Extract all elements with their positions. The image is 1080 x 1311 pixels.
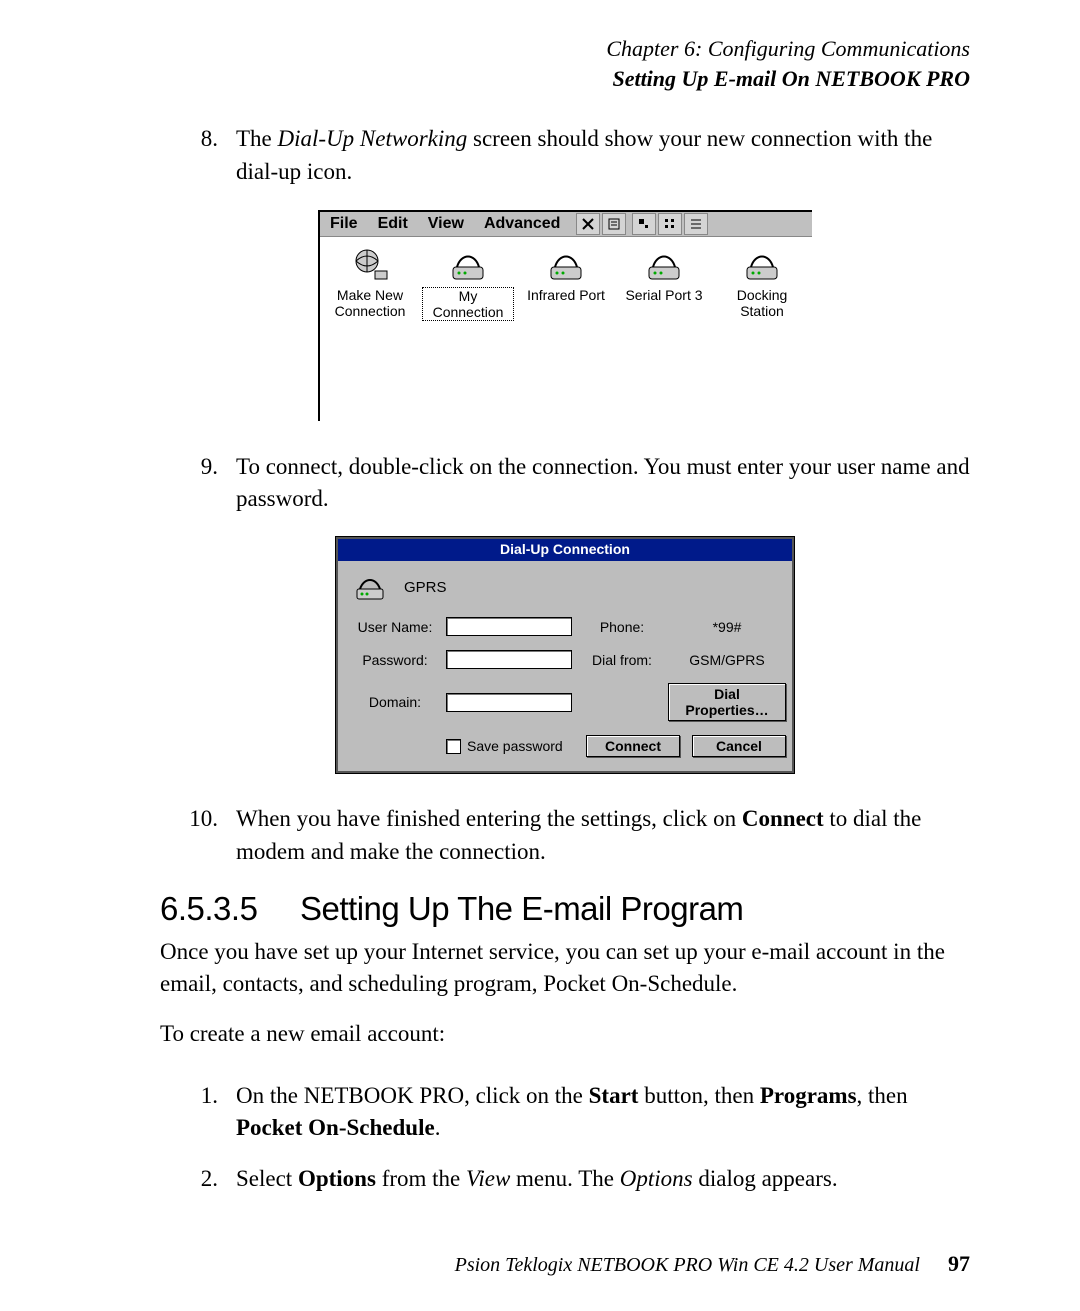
modem-icon bbox=[741, 247, 783, 283]
save-password-label: Save password bbox=[467, 738, 563, 754]
step-text: To connect, double-click on the connecti… bbox=[236, 451, 970, 515]
label-domain: Domain: bbox=[354, 694, 436, 710]
step-text: When you have finished entering the sett… bbox=[236, 803, 970, 867]
connection-label: Serial Port 3 bbox=[618, 287, 710, 303]
small-icons-icon[interactable] bbox=[658, 213, 682, 235]
username-field[interactable] bbox=[446, 617, 572, 636]
page-footer: Psion Teklogix NETBOOK PRO Win CE 4.2 Us… bbox=[455, 1251, 970, 1277]
connect-button[interactable]: Connect bbox=[586, 735, 680, 757]
large-icons-icon[interactable] bbox=[632, 213, 656, 235]
modem-icon bbox=[354, 571, 390, 603]
step-text: On the NETBOOK PRO, click on the Start b… bbox=[236, 1080, 970, 1144]
paragraph-intro: Once you have set up your Internet servi… bbox=[160, 936, 970, 1000]
details-icon[interactable] bbox=[684, 213, 708, 235]
menu-bar: File Edit View Advanced bbox=[320, 212, 812, 237]
connection-name: GPRS bbox=[404, 579, 447, 596]
close-x-icon[interactable] bbox=[576, 213, 600, 235]
step-number: 10. bbox=[160, 803, 236, 867]
step-9: 9. To connect, double-click on the conne… bbox=[160, 451, 970, 515]
modem-icon bbox=[545, 247, 587, 283]
step-number: 8. bbox=[160, 123, 236, 187]
menu-advanced[interactable]: Advanced bbox=[474, 213, 570, 235]
networking-window: File Edit View Advanced bbox=[318, 210, 812, 421]
globe-plug-icon bbox=[349, 247, 391, 283]
step-list-c: 10. When you have finished entering the … bbox=[160, 803, 970, 867]
step-list-b: 9. To connect, double-click on the conne… bbox=[160, 451, 970, 515]
page-header: Chapter 6: Configuring Communications Se… bbox=[160, 34, 970, 93]
step-list-a: 8. The Dial-Up Networking screen should … bbox=[160, 123, 970, 187]
connection-item[interactable]: Serial Port 3 bbox=[618, 247, 710, 321]
modem-icon bbox=[447, 247, 489, 283]
step-10: 10. When you have finished entering the … bbox=[160, 803, 970, 867]
footer-text: Psion Teklogix NETBOOK PRO Win CE 4.2 Us… bbox=[455, 1254, 920, 1277]
step-text: Select Options from the View menu. The O… bbox=[236, 1163, 970, 1195]
modem-icon bbox=[643, 247, 685, 283]
section-title: Setting Up The E-mail Program bbox=[300, 890, 743, 928]
dialup-dialog: Dial-Up Connection GPRS User Name: Phone… bbox=[336, 537, 794, 773]
step-list-d: 1.On the NETBOOK PRO, click on the Start… bbox=[160, 1080, 970, 1195]
step-number: 1. bbox=[160, 1080, 236, 1144]
section-heading: 6.5.3.5 Setting Up The E-mail Program bbox=[160, 890, 970, 928]
label-username: User Name: bbox=[354, 619, 436, 635]
section-number: 6.5.3.5 bbox=[160, 890, 300, 928]
connection-icons-row: Make New ConnectionMy Connection Infrared… bbox=[320, 237, 812, 421]
domain-field[interactable] bbox=[446, 693, 572, 712]
connection-item[interactable]: Docking Station bbox=[716, 247, 808, 321]
connection-item[interactable]: My Connection bbox=[422, 247, 514, 321]
dialfrom-value: GSM/GPRS bbox=[668, 652, 786, 668]
save-password-checkbox[interactable]: Save password bbox=[446, 738, 576, 754]
paragraph-lead: To create a new email account: bbox=[160, 1018, 970, 1050]
label-password: Password: bbox=[354, 652, 436, 668]
step-number: 9. bbox=[160, 451, 236, 515]
phone-value: *99# bbox=[668, 619, 786, 635]
step-number: 2. bbox=[160, 1163, 236, 1195]
label-dialfrom: Dial from: bbox=[586, 652, 658, 668]
list-item: 2.Select Options from the View menu. The… bbox=[160, 1163, 970, 1195]
connection-label: Docking Station bbox=[716, 287, 808, 319]
menu-edit[interactable]: Edit bbox=[368, 213, 418, 235]
connection-label: Infrared Port bbox=[520, 287, 612, 303]
cancel-button[interactable]: Cancel bbox=[692, 735, 786, 757]
menu-file[interactable]: File bbox=[320, 213, 368, 235]
connection-label: My Connection bbox=[422, 287, 514, 321]
checkbox-icon bbox=[446, 739, 461, 754]
password-field[interactable] bbox=[446, 650, 572, 669]
menu-view[interactable]: View bbox=[418, 213, 474, 235]
page-number: 97 bbox=[948, 1251, 970, 1277]
connection-item[interactable]: Infrared Port bbox=[520, 247, 612, 321]
dialog-title: Dial-Up Connection bbox=[338, 539, 792, 561]
connection-item[interactable]: Make New Connection bbox=[324, 247, 416, 321]
label-phone: Phone: bbox=[586, 619, 658, 635]
properties-icon[interactable] bbox=[602, 213, 626, 235]
section-header-label: Setting Up E-mail On NETBOOK PRO bbox=[160, 64, 970, 94]
list-item: 1.On the NETBOOK PRO, click on the Start… bbox=[160, 1080, 970, 1144]
chapter-label: Chapter 6: Configuring Communications bbox=[160, 34, 970, 64]
step-text: The Dial-Up Networking screen should sho… bbox=[236, 123, 970, 187]
step-8: 8. The Dial-Up Networking screen should … bbox=[160, 123, 970, 187]
dial-properties-button[interactable]: Dial Properties… bbox=[668, 683, 786, 721]
connection-label: Make New Connection bbox=[324, 287, 416, 319]
